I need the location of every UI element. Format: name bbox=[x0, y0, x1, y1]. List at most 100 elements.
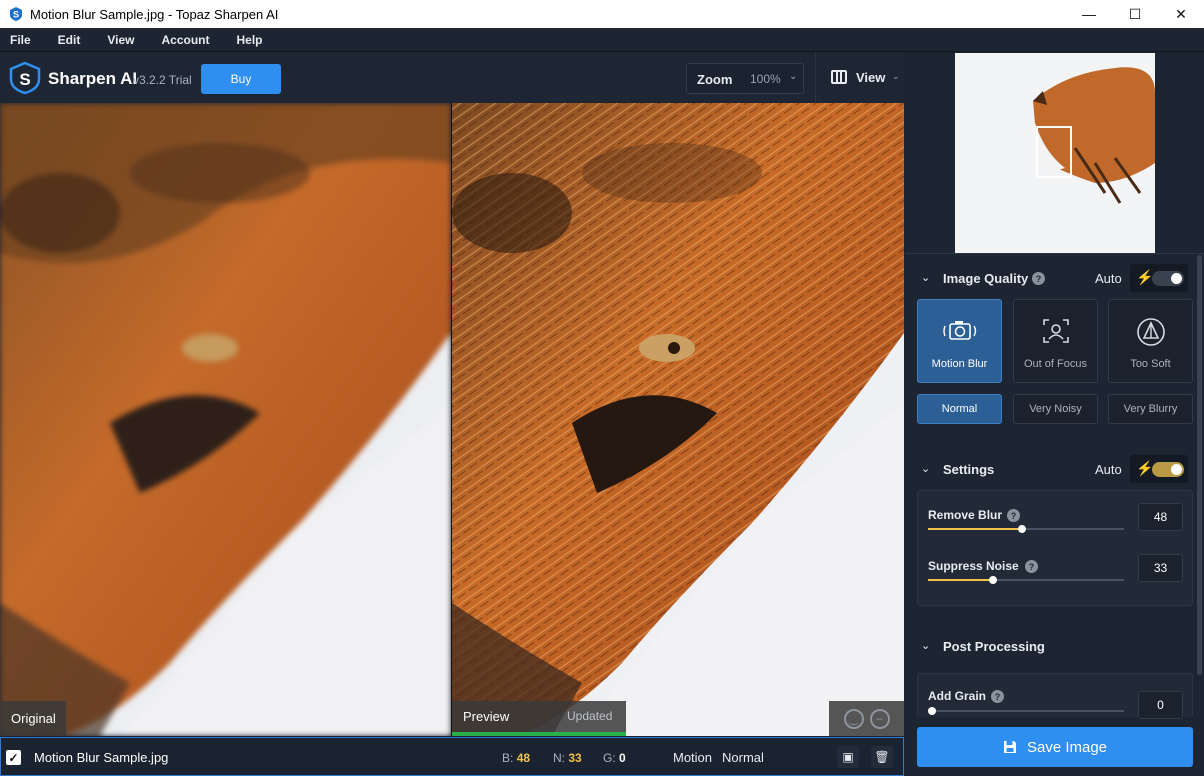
save-image-button[interactable]: Save Image bbox=[917, 727, 1193, 767]
switch-knob bbox=[1171, 273, 1182, 284]
noise-very-blurry-button[interactable]: Very Blurry bbox=[1108, 394, 1193, 424]
image-quality-auto-toggle[interactable]: ⚡ bbox=[1130, 264, 1188, 292]
auto-switch[interactable] bbox=[1152, 462, 1184, 477]
preview-label-box: Preview Updated bbox=[452, 701, 626, 736]
trash-icon[interactable]: 🗑 bbox=[871, 746, 893, 768]
add-grain-value[interactable]: 0 bbox=[1138, 691, 1183, 719]
minimize-button[interactable]: — bbox=[1066, 0, 1112, 28]
happy-face-icon[interactable]: ‿ bbox=[843, 708, 864, 729]
add-grain-label: Add Grain bbox=[928, 689, 987, 703]
stat-noise: N: 33 bbox=[553, 751, 582, 765]
menu-edit[interactable]: Edit bbox=[58, 33, 81, 47]
model-label: Too Soft bbox=[1130, 358, 1171, 370]
stat-grain: G: 0 bbox=[603, 751, 626, 765]
motion-blur-camera-icon bbox=[918, 316, 1001, 346]
file-name: Motion Blur Sample.jpg bbox=[34, 750, 169, 765]
chevron-down-icon: ⌄ bbox=[921, 640, 931, 652]
preview-label: Preview bbox=[463, 709, 510, 724]
chevron-down-icon: ⌄ bbox=[921, 272, 931, 284]
preview-image bbox=[452, 103, 904, 736]
switch-knob bbox=[1171, 464, 1182, 475]
post-processing-title: Post Processing bbox=[943, 639, 1045, 654]
auto-label: Auto bbox=[1095, 462, 1122, 477]
too-soft-icon bbox=[1109, 316, 1192, 348]
menu-view[interactable]: View bbox=[107, 33, 134, 47]
feedback-box: ‿ – bbox=[829, 701, 904, 736]
maximize-button[interactable]: ☐ bbox=[1112, 0, 1158, 28]
preview-image-pane[interactable] bbox=[452, 103, 904, 736]
remove-blur-row: Remove Blur ? 48 bbox=[918, 503, 1194, 552]
window-title: Motion Blur Sample.jpg - Topaz Sharpen A… bbox=[30, 6, 279, 22]
navigator[interactable] bbox=[905, 53, 1204, 253]
app-version: v3.2.2 Trial bbox=[133, 73, 192, 87]
menu-file[interactable]: File bbox=[10, 33, 31, 47]
settings-auto-toggle[interactable]: ⚡ bbox=[1130, 455, 1188, 483]
settings-title: Settings bbox=[943, 462, 995, 477]
help-icon[interactable]: ? bbox=[991, 690, 1004, 703]
original-image bbox=[0, 103, 451, 736]
menu-account[interactable]: Account bbox=[161, 33, 209, 47]
remove-blur-label: Remove Blur bbox=[928, 508, 1003, 522]
zoom-label: Zoom bbox=[697, 72, 733, 87]
panel-divider bbox=[905, 253, 1204, 254]
preview-status: Updated bbox=[567, 709, 613, 723]
slider-thumb[interactable] bbox=[989, 576, 997, 584]
svg-text:S: S bbox=[19, 70, 30, 89]
slider-thumb[interactable] bbox=[928, 707, 936, 715]
save-disk-icon bbox=[1003, 741, 1016, 753]
panel-scrollbar[interactable] bbox=[1197, 255, 1202, 675]
suppress-noise-label: Suppress Noise bbox=[928, 559, 1019, 573]
preview-toggle-icon[interactable]: ▣ bbox=[837, 746, 859, 768]
zoom-value: 100% bbox=[750, 72, 781, 86]
model-mode-label: Motion bbox=[673, 750, 713, 765]
file-checkbox[interactable]: ✓ bbox=[6, 750, 21, 765]
model-label: Out of Focus bbox=[1024, 358, 1087, 370]
suppress-noise-row: Suppress Noise ? 33 bbox=[918, 554, 1194, 603]
neutral-face-icon[interactable]: – bbox=[869, 708, 890, 729]
app-brand: Sharpen AI bbox=[48, 69, 138, 88]
slider-thumb[interactable] bbox=[1018, 525, 1026, 533]
close-button[interactable]: ✕ bbox=[1158, 0, 1204, 28]
suppress-noise-value[interactable]: 33 bbox=[1138, 554, 1183, 582]
stat-blur: B: 48 bbox=[502, 751, 531, 765]
noise-normal-button[interactable]: Normal bbox=[917, 394, 1002, 424]
help-icon[interactable]: ? bbox=[1025, 560, 1038, 573]
zoom-dropdown[interactable]: Zoom 100% ⌄ bbox=[686, 63, 804, 94]
lightning-icon: ⚡ bbox=[1136, 460, 1154, 476]
chevron-down-icon: ⌄ bbox=[892, 71, 900, 81]
model-motion-blur[interactable]: Motion Blur bbox=[917, 299, 1002, 383]
help-icon[interactable]: ? bbox=[1032, 272, 1045, 285]
toolbar-divider bbox=[815, 53, 816, 103]
noise-very-noisy-button[interactable]: Very Noisy bbox=[1013, 394, 1098, 424]
split-view-icon[interactable] bbox=[831, 70, 847, 84]
sharpen-logo-icon: S bbox=[9, 61, 41, 95]
auto-label: Auto bbox=[1095, 271, 1122, 286]
buy-button[interactable]: Buy bbox=[201, 64, 281, 94]
auto-switch[interactable] bbox=[1152, 271, 1184, 286]
post-processing-card: Add Grain ? 0 bbox=[917, 673, 1193, 719]
original-image-pane[interactable] bbox=[0, 103, 451, 736]
out-of-focus-icon bbox=[1014, 316, 1097, 346]
toolbar: S Sharpen AI v3.2.2 Trial Buy Zoom 100% … bbox=[0, 53, 904, 103]
add-grain-slider[interactable] bbox=[928, 707, 1124, 715]
title-bar: S Motion Blur Sample.jpg - Topaz Sharpen… bbox=[0, 0, 1204, 28]
suppress-noise-slider[interactable] bbox=[928, 576, 1124, 584]
original-label: Original bbox=[0, 701, 66, 736]
model-too-soft[interactable]: Too Soft bbox=[1108, 299, 1193, 383]
slider-fill bbox=[928, 528, 1022, 530]
model-out-of-focus[interactable]: Out of Focus bbox=[1013, 299, 1098, 383]
preview-updated-bar bbox=[452, 732, 626, 736]
remove-blur-value[interactable]: 48 bbox=[1138, 503, 1183, 531]
svg-text:S: S bbox=[13, 10, 19, 20]
model-label: Motion Blur bbox=[931, 358, 988, 370]
app-logo-icon: S bbox=[10, 7, 22, 21]
remove-blur-slider[interactable] bbox=[928, 525, 1124, 533]
menu-help[interactable]: Help bbox=[236, 33, 262, 47]
post-processing-header[interactable]: ⌄ Post Processing bbox=[905, 636, 1195, 658]
view-dropdown[interactable]: View bbox=[856, 70, 885, 85]
help-icon[interactable]: ? bbox=[1007, 509, 1020, 522]
save-image-label: Save Image bbox=[1026, 738, 1108, 756]
settings-card: Remove Blur ? 48 Suppress Noise ? 33 bbox=[917, 490, 1193, 606]
navigator-thumbnail bbox=[955, 53, 1155, 253]
image-quality-title: Image Quality bbox=[943, 271, 1029, 286]
